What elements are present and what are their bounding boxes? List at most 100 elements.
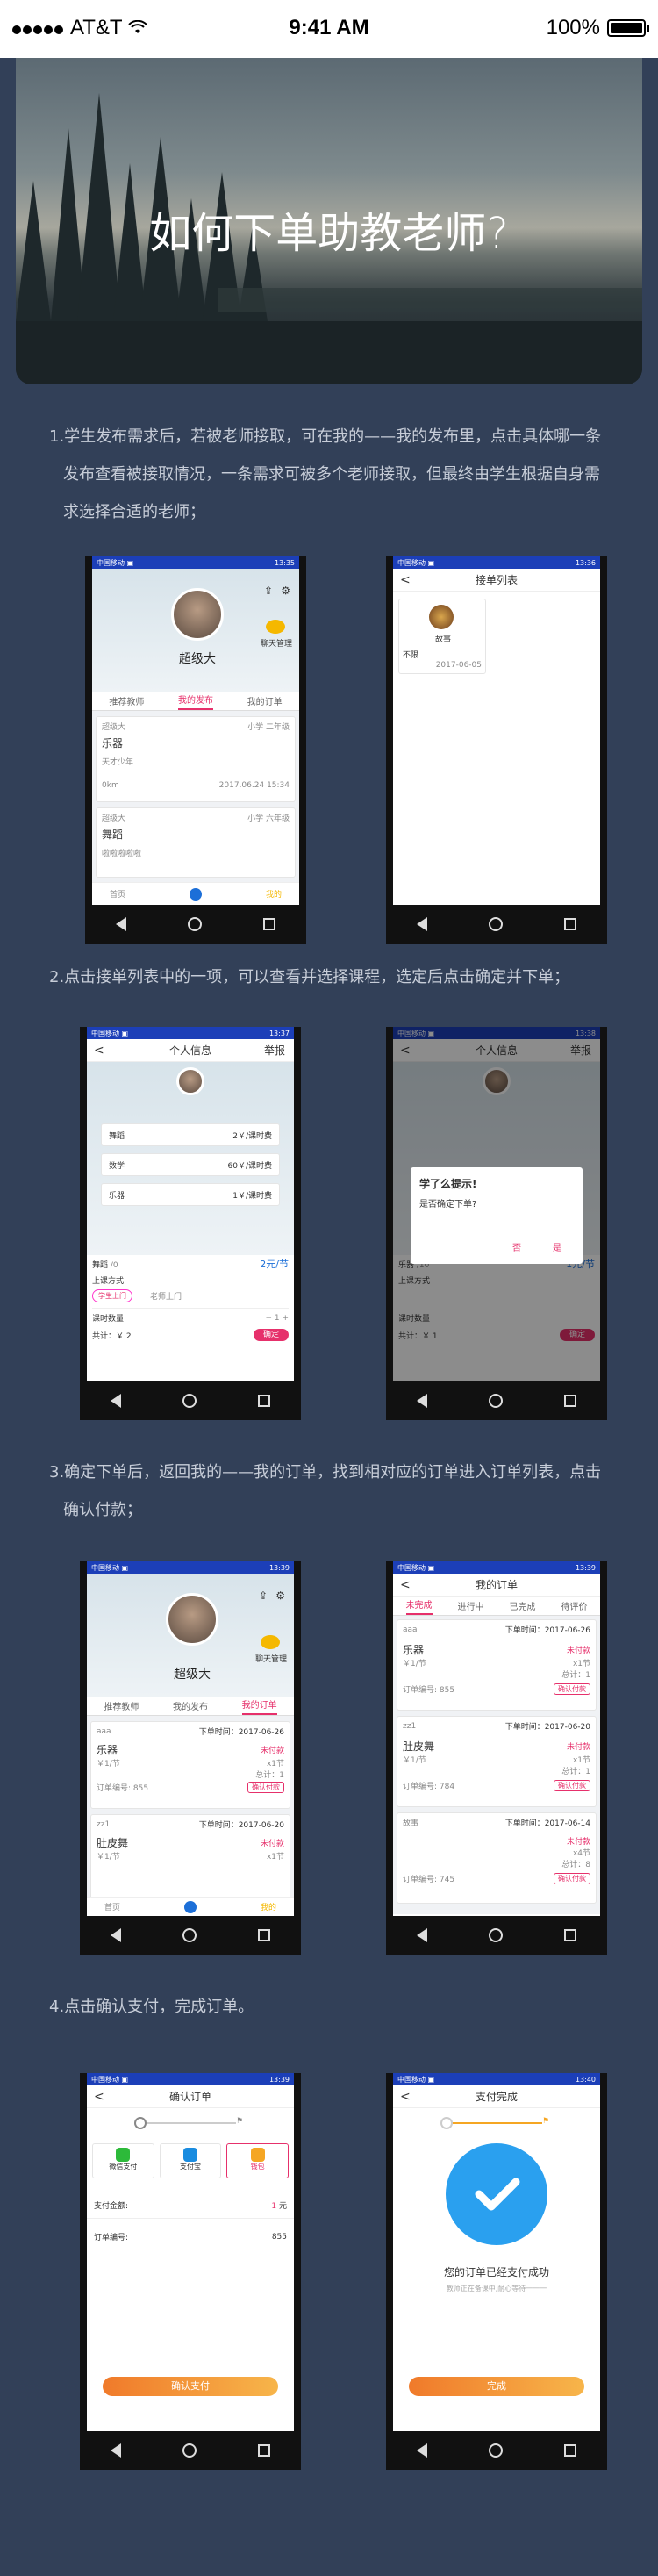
list-item[interactable]: 超级大 小学 二年级 乐器 天才少年 0km 2017.06.24 15:34 [96, 716, 296, 802]
tab-to-review[interactable]: 待评价 [561, 1599, 588, 1612]
confirm-pay-button[interactable]: 确认付款 [554, 1780, 590, 1791]
back-icon[interactable] [417, 2443, 427, 2458]
tab-mine[interactable]: 我的 [261, 1901, 276, 1912]
center-tab-icon[interactable] [184, 1900, 197, 1913]
back-icon[interactable] [116, 917, 126, 931]
android-status-bar: 中国移动 ▣ 13:37 [87, 1027, 294, 1039]
tab-completed[interactable]: 已完成 [510, 1599, 536, 1612]
home-icon[interactable] [182, 1928, 197, 1942]
dialog-message: 是否确定下单? [419, 1200, 477, 1209]
order-card[interactable]: aaa 下单时间：2017-06-26 乐器 未付款 ￥1/节 x1节 总计：1 订单… [90, 1721, 290, 1809]
order-time: 下单时间：2017-06-14 [504, 1819, 590, 1828]
recents-icon[interactable] [258, 1929, 270, 1941]
list-item[interactable]: 超级大 小学 六年级 舞蹈 啦啦啦啦啦 [96, 807, 296, 878]
back-icon[interactable] [111, 1928, 121, 1942]
post-title: 舞蹈 [102, 829, 124, 841]
tab-unfinished[interactable]: 未完成 [405, 1597, 433, 1615]
gear-icon[interactable]: ⚙ [281, 585, 290, 597]
back-icon[interactable] [417, 1928, 427, 1942]
back-arrow-icon[interactable]: < [94, 1044, 104, 1058]
tab-recommended[interactable]: 推荐教师 [109, 694, 144, 707]
recents-icon[interactable] [564, 1395, 576, 1407]
order-card[interactable]: zz1 下单时间：2017-06-20 肚皮舞 未付款 ￥1/节 x1节 [90, 1814, 290, 1902]
back-arrow-icon[interactable]: < [400, 1578, 411, 1592]
share-icon[interactable]: ⇪ [259, 1589, 268, 1602]
back-arrow-icon[interactable]: < [400, 2090, 411, 2104]
back-arrow-icon[interactable]: < [94, 2090, 104, 2104]
back-icon[interactable] [417, 917, 427, 931]
course-item[interactable]: 乐器 1￥/课时费 [101, 1183, 280, 1206]
tab-home[interactable]: 首页 [104, 1901, 120, 1912]
home-icon[interactable] [489, 1394, 503, 1408]
home-icon[interactable] [489, 2443, 503, 2458]
course-item[interactable]: 数学 60￥/课时费 [101, 1153, 280, 1176]
home-icon[interactable] [182, 2443, 197, 2458]
confirm-button[interactable]: 确定 [254, 1329, 289, 1341]
pay-wechat-button[interactable]: 微信支付 [92, 2143, 154, 2178]
header: < 接单列表 [393, 569, 600, 592]
recents-icon[interactable] [258, 1395, 270, 1407]
step-dot-icon [134, 2117, 147, 2129]
avatar[interactable] [166, 1593, 218, 1646]
pay-alipay-button[interactable]: 支付宝 [159, 2143, 222, 2178]
tab-my-posts[interactable]: 我的发布 [173, 1699, 208, 1712]
order-card[interactable]: zz1 下单时间：2017-06-20 肚皮舞 未付款 ￥1/节 x1节 总计：1 订… [397, 1716, 597, 1807]
phone-my-posts: 中国移动 ▣ 13:35 超级大 ⇪ ⚙ 聊天管理 推荐教师 我的发布 我的订单 … [85, 556, 306, 944]
recents-icon[interactable] [258, 2444, 270, 2457]
home-icon[interactable] [188, 917, 202, 931]
dialog-no-button[interactable]: 否 [512, 1240, 521, 1253]
back-arrow-icon[interactable]: < [400, 573, 411, 587]
battery-icon [607, 19, 649, 37]
gear-icon[interactable]: ⚙ [275, 1589, 285, 1602]
quantity-stepper[interactable]: − 1 + [265, 1314, 289, 1323]
method-student-button[interactable]: 学生上门 [92, 1289, 132, 1302]
taker-card[interactable]: 故事 不限 2017-06-05 [398, 599, 486, 674]
order-card[interactable]: aaa 下单时间：2017-06-26 乐器 未付款 ￥1/节 x1节 总计：1 订单… [397, 1619, 597, 1711]
tab-my-orders[interactable]: 我的订单 [247, 694, 283, 707]
confirm-pay-button[interactable]: 确认付款 [554, 1683, 590, 1695]
screen: 中国移动 ▣ 13:35 超级大 ⇪ ⚙ 聊天管理 推荐教师 我的发布 我的订单 … [92, 556, 299, 905]
recents-icon[interactable] [564, 1929, 576, 1941]
pay-wallet-button[interactable]: 钱包 [226, 2143, 290, 2178]
confirm-pay-button[interactable]: 确认支付 [103, 2377, 278, 2396]
recents-icon[interactable] [564, 918, 576, 930]
center-tab-icon[interactable] [190, 887, 202, 901]
order-total: 总计：8 [561, 1861, 590, 1869]
avatar[interactable] [171, 588, 224, 641]
dialog-yes-button[interactable]: 是 [553, 1240, 561, 1253]
method-teacher-button[interactable]: 老师上门 [150, 1290, 182, 1302]
confirm-pay-button[interactable]: 确认付款 [247, 1782, 284, 1793]
order-card[interactable]: 故事 下单时间：2017-06-14 未付款 x4节 总计：8 订单编号: 745… [397, 1812, 597, 1904]
share-icon[interactable]: ⇪ [264, 585, 273, 597]
order-price: ￥1/节 [403, 1756, 426, 1765]
tab-home[interactable]: 首页 [110, 888, 125, 900]
home-icon[interactable] [182, 1394, 197, 1408]
chat-icon[interactable] [266, 620, 285, 634]
total-label: 共计：￥ 2 [92, 1331, 132, 1341]
report-button[interactable]: 举报 [264, 1043, 285, 1058]
tab-recommended[interactable]: 推荐教师 [104, 1699, 139, 1712]
home-icon[interactable] [489, 917, 503, 931]
header-title: 确认订单 [168, 2091, 211, 2103]
profile-header: 超级大 ⇪ ⚙ 聊天管理 [87, 1574, 294, 1697]
home-icon[interactable] [489, 1928, 503, 1942]
recents-icon[interactable] [263, 918, 275, 930]
back-icon[interactable] [111, 2443, 121, 2458]
tab-my-posts[interactable]: 我的发布 [177, 692, 213, 710]
order-total: 总计：1 [255, 1771, 284, 1780]
tab-in-progress[interactable]: 进行中 [458, 1599, 484, 1612]
profile-body: 舞蹈 2￥/课时费 数学 60￥/课时费 乐器 1￥/课时费 [87, 1062, 294, 1255]
chat-manage-label[interactable]: 聊天管理 [261, 637, 292, 649]
step-3-text: 3.确定下单后，返回我的——我的订单，找到相对应的订单进入订单列表，点击 确认付… [49, 1453, 628, 1529]
flag-icon: ⚑ [236, 2117, 244, 2126]
chat-manage-label[interactable]: 聊天管理 [255, 1653, 287, 1664]
done-button[interactable]: 完成 [409, 2377, 584, 2396]
back-icon[interactable] [417, 1394, 427, 1408]
recents-icon[interactable] [564, 2444, 576, 2457]
chat-icon[interactable] [261, 1635, 280, 1649]
confirm-pay-button[interactable]: 确认付款 [554, 1873, 590, 1884]
course-item[interactable]: 舞蹈 2￥/课时费 [101, 1123, 280, 1146]
tab-mine[interactable]: 我的 [266, 888, 282, 900]
back-icon[interactable] [111, 1394, 121, 1408]
tab-my-orders[interactable]: 我的订单 [241, 1697, 277, 1715]
